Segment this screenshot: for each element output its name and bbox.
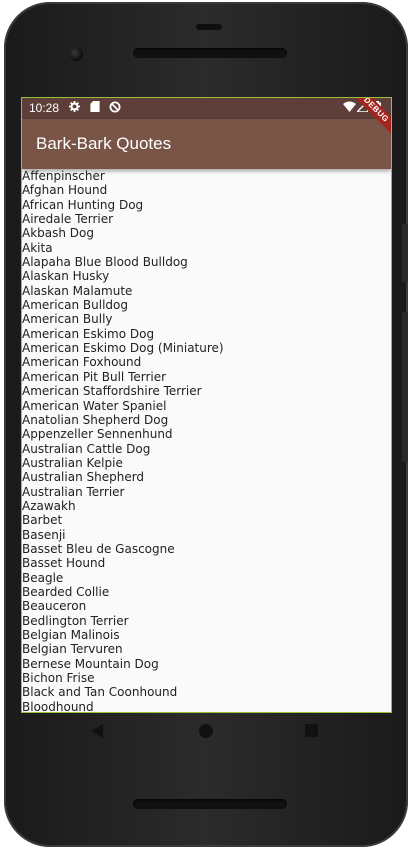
list-item[interactable]: Australian Terrier: [22, 485, 391, 499]
list-item[interactable]: American Eskimo Dog (Miniature): [22, 341, 391, 355]
list-item[interactable]: Australian Kelpie: [22, 456, 391, 470]
app-title: Bark-Bark Quotes: [36, 134, 172, 153]
volume-button: [402, 312, 408, 462]
list-item[interactable]: Belgian Tervuren: [22, 642, 391, 656]
list-item[interactable]: Akbash Dog: [22, 226, 391, 240]
list-item[interactable]: Appenzeller Sennenhund: [22, 427, 391, 441]
list-item[interactable]: Airedale Terrier: [22, 212, 391, 226]
app-bar: Bark-Bark Quotes: [22, 119, 391, 169]
list-item[interactable]: African Hunting Dog: [22, 198, 391, 212]
list-item[interactable]: Alaskan Husky: [22, 269, 391, 283]
top-speaker: [133, 48, 287, 58]
list-item[interactable]: Bichon Frise: [22, 671, 391, 685]
list-item[interactable]: Australian Shepherd: [22, 470, 391, 484]
list-item[interactable]: Afghan Hound: [22, 183, 391, 197]
list-item[interactable]: Azawakh: [22, 499, 391, 513]
list-item[interactable]: Belgian Malinois: [22, 628, 391, 642]
status-bar: 10:28: [22, 98, 391, 119]
front-camera: [69, 47, 83, 61]
sd-card-icon: [90, 101, 102, 113]
list-item[interactable]: Beauceron: [22, 599, 391, 613]
list-item[interactable]: Alaskan Malamute: [22, 284, 391, 298]
list-item[interactable]: Akita: [22, 241, 391, 255]
list-item[interactable]: American Pit Bull Terrier: [22, 370, 391, 384]
list-item[interactable]: Bearded Collie: [22, 585, 391, 599]
list-item[interactable]: Black and Tan Coonhound: [22, 685, 391, 699]
list-item[interactable]: Affenpinscher: [22, 169, 391, 183]
list-item[interactable]: American Bully: [22, 312, 391, 326]
list-item[interactable]: American Staffordshire Terrier: [22, 384, 391, 398]
no-disturb-icon: [109, 101, 121, 113]
recent-apps-icon[interactable]: [305, 724, 318, 737]
navigation-bar: [22, 712, 390, 750]
list-item[interactable]: Anatolian Shepherd Dog: [22, 413, 391, 427]
list-item[interactable]: American Water Spaniel: [22, 399, 391, 413]
list-item[interactable]: Bernese Mountain Dog: [22, 657, 391, 671]
list-item[interactable]: American Foxhound: [22, 355, 391, 369]
wifi-icon: [343, 101, 356, 113]
back-icon[interactable]: [91, 724, 103, 738]
power-button: [402, 224, 408, 282]
list-item[interactable]: Barbet: [22, 513, 391, 527]
list-item[interactable]: American Eskimo Dog: [22, 327, 391, 341]
list-item[interactable]: Alapaha Blue Blood Bulldog: [22, 255, 391, 269]
gear-icon: [69, 101, 81, 113]
list-item[interactable]: Basset Hound: [22, 556, 391, 570]
status-time: 10:28: [29, 101, 60, 115]
screen: 10:28 Bark-Bark Quotes DEBUG Affenpinsch…: [21, 97, 392, 713]
home-icon[interactable]: [199, 724, 213, 738]
list-item[interactable]: Australian Cattle Dog: [22, 442, 391, 456]
earpiece: [196, 24, 222, 30]
list-item[interactable]: American Bulldog: [22, 298, 391, 312]
breed-list[interactable]: Affenpinscher Afghan Hound African Hunting…: [22, 169, 391, 712]
list-item[interactable]: Bedlington Terrier: [22, 614, 391, 628]
list-item[interactable]: Beagle: [22, 571, 391, 585]
bottom-speaker: [133, 799, 287, 809]
list-item[interactable]: Basenji: [22, 528, 391, 542]
list-item[interactable]: Bloodhound: [22, 700, 391, 712]
list-item[interactable]: Basset Bleu de Gascogne: [22, 542, 391, 556]
